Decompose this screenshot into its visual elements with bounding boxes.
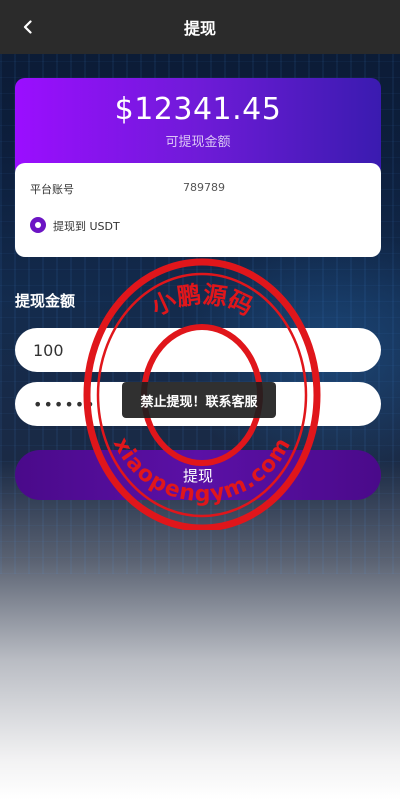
account-value: 789789 <box>183 181 225 194</box>
account-card: 平台账号 789789 提现到 USDT <box>15 163 381 257</box>
top-bar: 提现 <box>0 0 400 54</box>
withdraw-button[interactable]: 提现 <box>15 450 381 500</box>
usdt-radio-label[interactable]: 提现到 USDT <box>53 218 120 234</box>
page-title: 提现 <box>183 19 216 38</box>
balance-label: 可提现金额 <box>165 135 231 150</box>
toast-message: 禁止提现！联系客服 <box>122 382 276 418</box>
stamp-top-text: 小鹏源码 <box>147 280 257 321</box>
balance-amount: $12341.45 <box>114 92 282 127</box>
svg-text:小鹏源码: 小鹏源码 <box>147 280 257 321</box>
radio-selected-dot <box>35 222 41 228</box>
amount-input[interactable] <box>15 328 381 372</box>
account-label: 平台账号 <box>30 183 74 196</box>
back-button[interactable] <box>16 15 40 39</box>
amount-section-label: 提现金额 <box>15 292 76 310</box>
usdt-radio[interactable] <box>30 217 46 233</box>
chevron-left-icon <box>23 20 32 34</box>
